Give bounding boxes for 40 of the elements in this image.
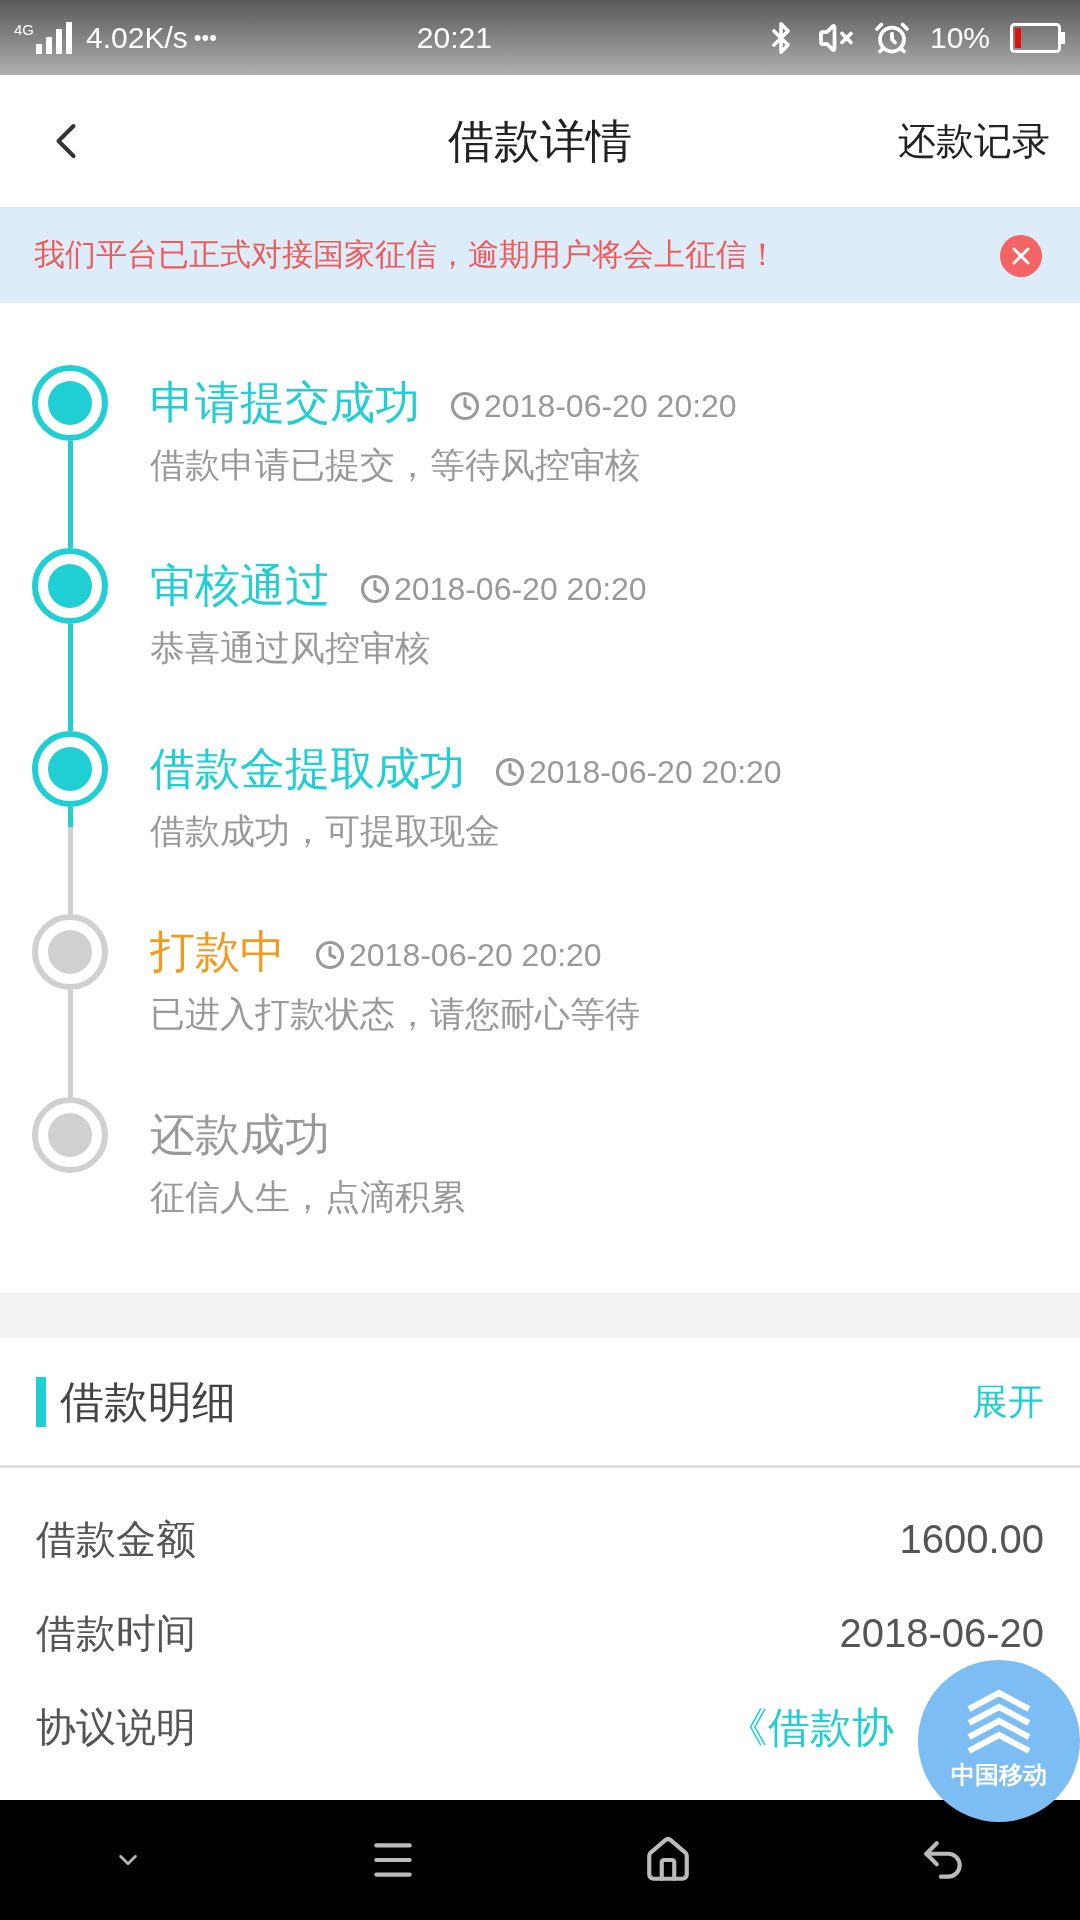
step-description: 恭喜通过风控审核 bbox=[150, 627, 431, 669]
clock-icon bbox=[315, 940, 345, 970]
section-title: 借款明细 bbox=[60, 1375, 236, 1428]
floating-badge[interactable]: 中国移动 bbox=[918, 1660, 1080, 1822]
step-title: 打款中 bbox=[150, 925, 285, 980]
step-time: 2018-06-20 20:20 bbox=[484, 387, 737, 426]
repayment-history-link[interactable]: 还款记录 bbox=[898, 112, 1050, 170]
step-time: 2018-06-20 20:20 bbox=[394, 570, 647, 609]
clock-icon bbox=[450, 391, 480, 421]
clock-icon bbox=[360, 574, 390, 604]
badge-label: 中国移动 bbox=[951, 1760, 1047, 1790]
step-description: 已进入打款状态，请您耐心等待 bbox=[150, 993, 640, 1035]
expand-link[interactable]: 展开 bbox=[972, 1374, 1044, 1429]
detail-value: 1600.00 bbox=[899, 1516, 1044, 1563]
step-description: 借款成功，可提取现金 bbox=[150, 810, 501, 852]
step-title: 申请提交成功 bbox=[150, 376, 420, 431]
battery-percent: 10% bbox=[929, 20, 990, 56]
step-description: 借款申请已提交，等待风控审核 bbox=[150, 444, 641, 486]
network-speed: 4.02K/s bbox=[86, 20, 188, 56]
step-description: 征信人生，点滴积累 bbox=[150, 1176, 465, 1218]
notice-text: 我们平台已正式对接国家征信，逾期用户将会上征信！ bbox=[34, 236, 778, 275]
clock-time: 20:21 bbox=[416, 20, 492, 56]
step-title: 借款金提取成功 bbox=[150, 742, 465, 797]
detail-label: 借款时间 bbox=[36, 1610, 196, 1657]
step-title: 还款成功 bbox=[150, 1108, 330, 1163]
close-button[interactable] bbox=[1000, 234, 1042, 277]
detail-label: 协议说明 bbox=[36, 1704, 196, 1751]
section-accent-bar bbox=[36, 1376, 46, 1427]
clock-icon bbox=[495, 757, 525, 787]
detail-label: 借款金额 bbox=[36, 1516, 196, 1563]
detail-value: 2018-06-20 bbox=[839, 1610, 1044, 1657]
network-type: 4G bbox=[14, 21, 34, 37]
page-title: 借款详情 bbox=[448, 114, 632, 169]
agreement-link[interactable]: 《借款协 bbox=[726, 1695, 894, 1759]
step-time: 2018-06-20 20:20 bbox=[349, 936, 602, 975]
battery-icon bbox=[1010, 22, 1066, 53]
step-title: 审核通过 bbox=[150, 559, 330, 614]
more-dots: ••• bbox=[193, 24, 217, 52]
signal-icon bbox=[36, 21, 72, 54]
step-time: 2018-06-20 20:20 bbox=[529, 753, 782, 792]
